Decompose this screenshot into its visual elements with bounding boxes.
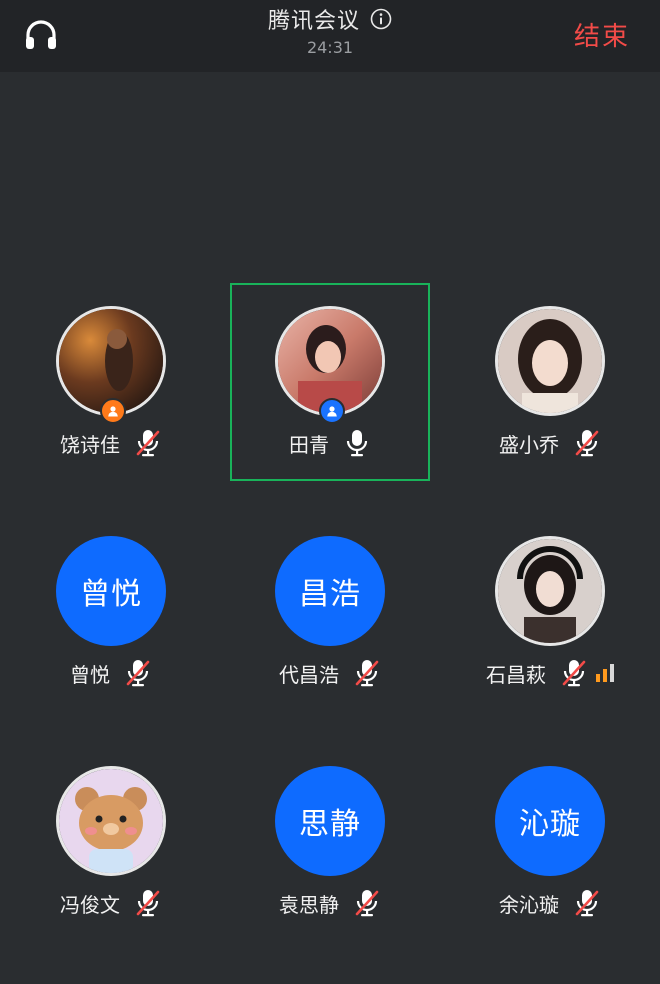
mic-muted-icon bbox=[134, 888, 162, 918]
avatar-initials: 昌浩 bbox=[275, 536, 385, 646]
avatar-text: 昌浩 bbox=[299, 577, 361, 612]
meeting-timer: 24:31 bbox=[306, 38, 354, 57]
participant-tile[interactable]: 思静 袁思静 bbox=[231, 744, 429, 940]
participant-name-row: 余沁璇 bbox=[451, 888, 649, 918]
participant-name-row: 袁思静 bbox=[231, 888, 429, 918]
participant-name: 曾悦 bbox=[70, 662, 110, 687]
mic-muted-icon bbox=[134, 428, 162, 458]
avatar-initials: 沁璇 bbox=[495, 766, 605, 876]
participant-name: 盛小乔 bbox=[499, 432, 559, 457]
mic-muted-icon bbox=[353, 888, 381, 918]
participant-name: 代昌浩 bbox=[279, 662, 339, 687]
participant-name-row: 饶诗佳 bbox=[12, 428, 210, 458]
participant-name: 冯俊文 bbox=[60, 892, 120, 917]
avatar-text: 曾悦 bbox=[80, 577, 142, 612]
participant-tile[interactable]: 昌浩 代昌浩 bbox=[231, 514, 429, 710]
participant-tile[interactable]: 盛小乔 bbox=[451, 284, 649, 480]
participant-name: 饶诗佳 bbox=[60, 432, 120, 457]
top-bar: 腾讯会议 24:31 结束 bbox=[0, 0, 660, 72]
avatar bbox=[495, 306, 605, 416]
mic-muted-icon bbox=[124, 658, 152, 688]
host-badge-icon bbox=[100, 398, 126, 424]
meeting-title-area: 腾讯会议 24:31 bbox=[0, 4, 660, 57]
avatar-initials: 曾悦 bbox=[56, 536, 166, 646]
network-signal-icon bbox=[596, 664, 614, 682]
mic-muted-icon bbox=[353, 658, 381, 688]
participant-tile[interactable]: 冯俊文 bbox=[12, 744, 210, 940]
participant-name: 田青 bbox=[289, 432, 329, 457]
cohost-badge-icon bbox=[319, 398, 345, 424]
participant-name: 石昌萩 bbox=[486, 662, 546, 687]
avatar-initials: 思静 bbox=[275, 766, 385, 876]
participant-name: 袁思静 bbox=[279, 892, 339, 917]
avatar bbox=[56, 766, 166, 876]
avatar-text: 思静 bbox=[299, 807, 361, 842]
participant-tile[interactable]: 沁璇 余沁璇 bbox=[451, 744, 649, 940]
participant-name-row: 曾悦 bbox=[12, 658, 210, 688]
avatar-text: 沁璇 bbox=[519, 807, 581, 842]
participant-name: 余沁璇 bbox=[499, 892, 559, 917]
end-meeting-button[interactable]: 结束 bbox=[574, 16, 630, 53]
participant-name-row: 代昌浩 bbox=[231, 658, 429, 688]
participant-name-row: 冯俊文 bbox=[12, 888, 210, 918]
mic-on-icon bbox=[343, 428, 371, 458]
participant-name-row: 石昌萩 bbox=[451, 658, 649, 688]
participant-name-row: 田青 bbox=[231, 428, 429, 458]
participant-grid: 饶诗佳 田青 盛小乔 曾悦 曾悦 昌浩 代昌浩 石昌萩 冯俊文 思静 袁思静 沁… bbox=[0, 72, 660, 984]
info-icon[interactable] bbox=[370, 8, 392, 30]
participant-name-row: 盛小乔 bbox=[451, 428, 649, 458]
mic-muted-icon bbox=[573, 428, 601, 458]
meeting-title: 腾讯会议 bbox=[267, 9, 360, 34]
participant-tile[interactable]: 饶诗佳 bbox=[12, 284, 210, 480]
mic-muted-icon bbox=[560, 658, 588, 688]
participant-tile[interactable]: 曾悦 曾悦 bbox=[12, 514, 210, 710]
mic-muted-icon bbox=[573, 888, 601, 918]
participant-tile-speaking[interactable]: 田青 bbox=[230, 283, 430, 481]
avatar bbox=[495, 536, 605, 646]
participant-tile[interactable]: 石昌萩 bbox=[451, 514, 649, 710]
